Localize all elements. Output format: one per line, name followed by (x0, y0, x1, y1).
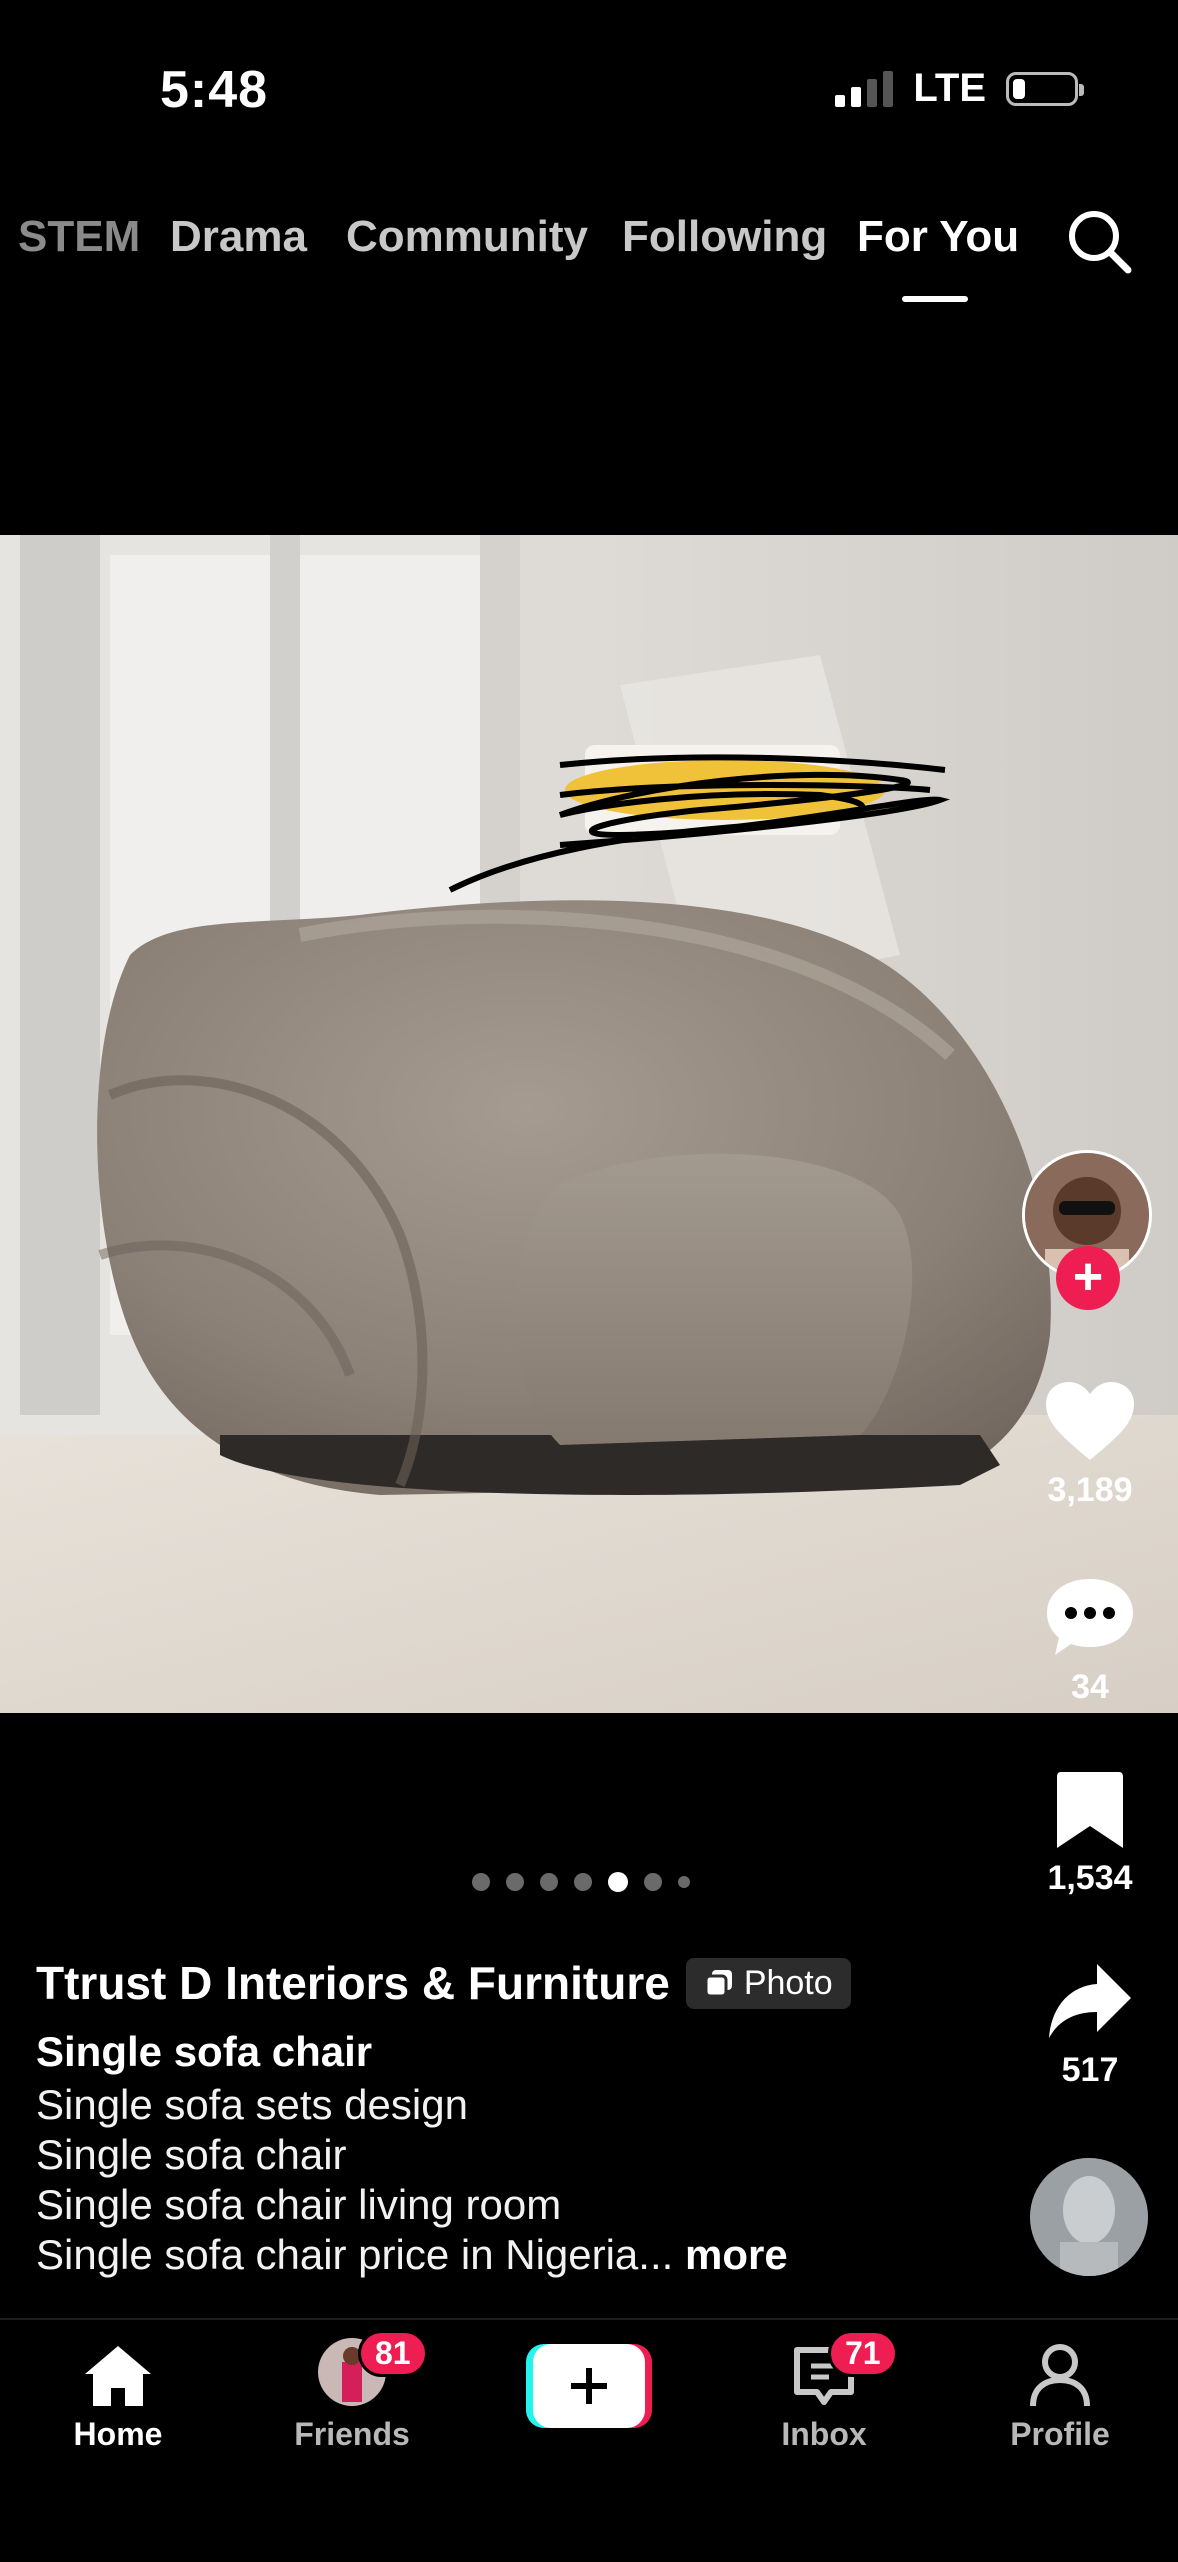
nav-home-label: Home (73, 2416, 163, 2452)
share-icon (1049, 1964, 1131, 2038)
like-count: 3,189 (1047, 1471, 1133, 1509)
caption-line: Single sofa chair (36, 2131, 347, 2178)
like-action[interactable]: 3,189 (1020, 1380, 1160, 1510)
follow-button[interactable]: + (1056, 1246, 1120, 1310)
comment-count: 34 (1071, 1668, 1109, 1706)
network-label: LTE (913, 66, 986, 110)
photo-icon (704, 1970, 732, 1998)
save-count: 1,534 (1047, 1859, 1133, 1897)
nav-friends-label: Friends (294, 2416, 410, 2452)
carousel-dot-active (608, 1872, 628, 1892)
share-count: 517 (1061, 2051, 1119, 2089)
nav-friends[interactable]: 81 Friends (252, 2330, 452, 2453)
heart-icon (1046, 1382, 1134, 1460)
share-action[interactable]: 517 (1020, 1962, 1160, 2090)
post-photo[interactable] (0, 535, 1178, 1713)
bookmark-icon (1057, 1772, 1123, 1848)
photo-badge: Photo (685, 1957, 851, 2009)
author-name[interactable]: Ttrust D Interiors & Furniture (36, 1956, 670, 2010)
carousel-dot (574, 1873, 592, 1891)
status-indicators: LTE (835, 66, 1084, 111)
post-title: Single sofa chair (36, 2028, 373, 2075)
nav-home[interactable]: Home (18, 2336, 218, 2453)
active-tab-indicator (902, 296, 968, 302)
search-icon[interactable] (1064, 206, 1134, 276)
caption-line: Single sofa sets design (36, 2081, 468, 2128)
nav-profile-label: Profile (1010, 2416, 1110, 2452)
caption-line: Single sofa chair living room (36, 2181, 562, 2228)
carousel-dot (540, 1873, 558, 1891)
sound-disc[interactable] (1030, 2158, 1148, 2276)
carousel-dot (506, 1873, 524, 1891)
profile-icon (1030, 2344, 1090, 2407)
author-row: Ttrust D Interiors & Furniture Photo (36, 1956, 851, 2010)
tab-drama[interactable]: Drama (170, 212, 307, 262)
nav-profile[interactable]: Profile (960, 2336, 1160, 2453)
tab-for-you[interactable]: For You (857, 212, 1019, 262)
inbox-badge: 71 (828, 2330, 898, 2377)
carousel-dot (472, 1873, 490, 1891)
post-caption[interactable]: Single sofa sets design Single sofa chai… (36, 2080, 788, 2280)
create-button[interactable] (526, 2344, 652, 2428)
comment-icon (1047, 1579, 1133, 1655)
home-icon (85, 2346, 151, 2406)
more-link[interactable]: more (685, 2231, 788, 2278)
nav-inbox[interactable]: 71 Inbox (724, 2330, 924, 2453)
tab-community[interactable]: Community (346, 212, 588, 262)
save-action[interactable]: 1,534 (1020, 1770, 1160, 1898)
tab-following[interactable]: Following (622, 212, 827, 262)
top-nav: STEM Drama Community Following For You (0, 211, 1178, 302)
photo-badge-label: Photo (743, 1963, 833, 2002)
friends-badge: 81 (358, 2330, 428, 2377)
carousel-indicator (472, 1872, 690, 1892)
battery-icon (1006, 71, 1084, 106)
caption-line: Single sofa chair price in Nigeria... (36, 2231, 674, 2278)
tab-stem[interactable]: STEM (18, 212, 140, 262)
comment-action[interactable]: 34 (1020, 1575, 1160, 1707)
carousel-dot (678, 1876, 690, 1888)
status-time: 5:48 (160, 61, 269, 119)
signal-icon (835, 70, 894, 107)
nav-inbox-label: Inbox (781, 2416, 867, 2452)
bottom-nav: Home 81 Friends 71 Inbox Profile (0, 2318, 1178, 2562)
carousel-dot (644, 1873, 662, 1891)
